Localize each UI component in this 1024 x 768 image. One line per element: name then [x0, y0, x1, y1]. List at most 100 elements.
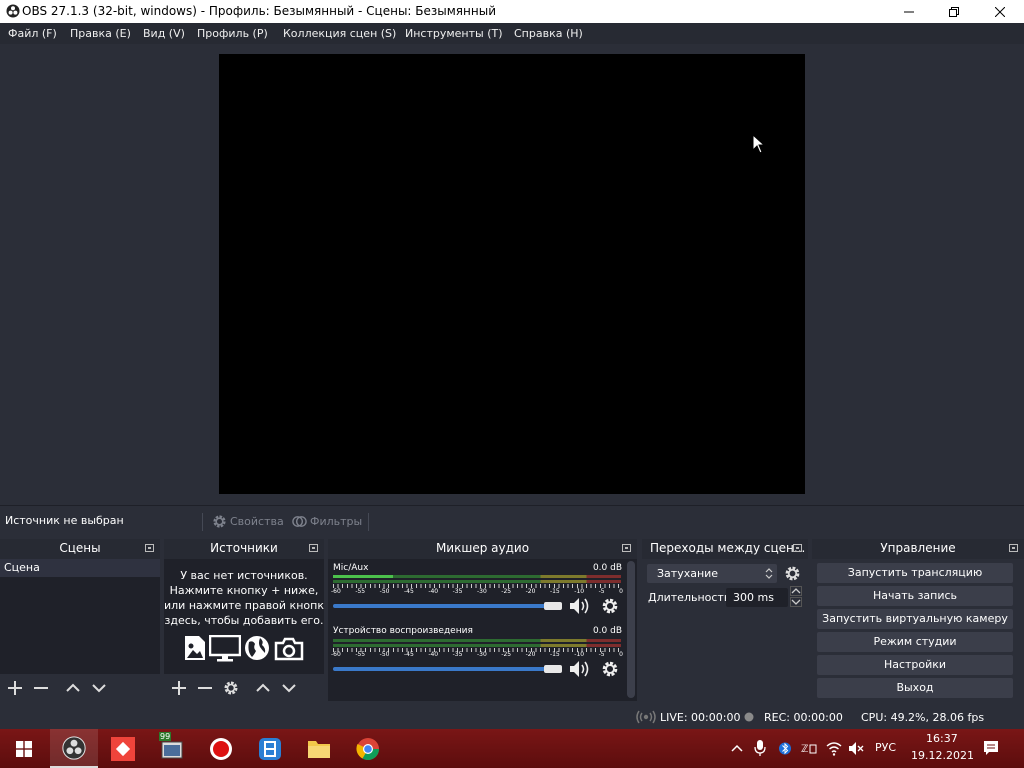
settings-button[interactable]: Настройки: [817, 655, 1013, 675]
record-dot-icon: [744, 712, 754, 722]
stepper-up-icon[interactable]: [790, 586, 802, 596]
taskbar-anydesk[interactable]: [99, 729, 147, 768]
source-toolbar: Источник не выбран Свойства Фильтры: [0, 505, 1024, 535]
preview-canvas[interactable]: [219, 54, 805, 494]
clock-time[interactable]: 16:37: [926, 732, 958, 745]
scene-item[interactable]: Сцена: [0, 559, 160, 577]
taskbar-video-app[interactable]: [246, 729, 294, 768]
clock-date[interactable]: 19.12.2021: [911, 749, 974, 762]
chevron-updown-icon: [765, 568, 773, 579]
undock-icon[interactable]: [309, 544, 318, 552]
gear-icon[interactable]: [601, 660, 619, 678]
undock-icon[interactable]: [145, 544, 154, 552]
undock-icon[interactable]: [793, 544, 802, 552]
anydesk-icon: [111, 736, 135, 761]
gear-icon[interactable]: [784, 565, 801, 582]
move-source-up-button[interactable]: [252, 677, 274, 699]
audio-mixer-dock: Микшер аудио Mic/Aux 0.0 dB -60 -55 -50 -45…: [328, 539, 637, 704]
duration-input[interactable]: 300 ms: [726, 588, 788, 607]
move-scene-down-button[interactable]: [88, 677, 110, 699]
sources-empty-line: или нажмите правой кнопкой: [164, 599, 324, 612]
mixer-header: Микшер аудио: [328, 539, 637, 559]
meter-tick-label: -35: [452, 588, 463, 595]
volume-slider[interactable]: [333, 604, 558, 608]
menu-help[interactable]: Справка (H): [514, 27, 583, 40]
minimize-button[interactable]: [886, 0, 932, 23]
meter-tick-label: -5: [598, 588, 605, 595]
meter-tick-label: -5: [598, 651, 605, 658]
scene-list[interactable]: Сцена: [0, 559, 160, 674]
notifications-icon[interactable]: [983, 740, 999, 756]
speaker-icon[interactable]: [569, 660, 591, 678]
volume-slider-knob[interactable]: [544, 602, 562, 610]
transition-select[interactable]: Затухание: [647, 564, 777, 583]
properties-button[interactable]: Свойства: [212, 512, 284, 530]
duration-value: 300 ms: [733, 591, 774, 604]
minus-icon: [198, 687, 212, 689]
cpu-fps: CPU: 49.2%, 28.06 fps: [861, 711, 985, 724]
speaker-icon[interactable]: [569, 597, 591, 615]
taskbar-chrome[interactable]: [344, 729, 392, 768]
camera-icon: [274, 637, 304, 661]
menu-view[interactable]: Вид (V): [143, 27, 185, 40]
meter-tick-label: -55: [355, 651, 366, 658]
undock-icon[interactable]: [622, 544, 631, 552]
meter-tick-label: -15: [549, 588, 560, 595]
wifi-icon[interactable]: [826, 741, 842, 756]
mixer-scrollbar[interactable]: [627, 561, 635, 698]
menu-file[interactable]: Файл (F): [8, 27, 57, 40]
chevron-down-icon: [282, 684, 296, 693]
minimize-icon: [904, 11, 914, 12]
remove-scene-button[interactable]: [30, 677, 52, 699]
gear-icon[interactable]: [601, 597, 619, 615]
source-list[interactable]: У вас нет источников. Нажмите кнопку + н…: [164, 559, 324, 674]
filter-icon: [292, 515, 307, 527]
start-recording-button[interactable]: Начать запись: [817, 586, 1013, 606]
chevron-down-icon: [92, 684, 106, 693]
taskbar-app[interactable]: 99: [148, 729, 196, 768]
bluetooth-icon[interactable]: [779, 740, 791, 757]
stepper-down-icon[interactable]: [790, 597, 802, 607]
rec-timer: REC: 00:00:00: [764, 711, 843, 724]
speaker-muted-icon[interactable]: [848, 741, 864, 756]
volume-slider[interactable]: [333, 667, 558, 671]
volume-meter: [333, 580, 621, 583]
maximize-button[interactable]: [931, 0, 977, 23]
add-source-button[interactable]: [168, 677, 190, 699]
close-button[interactable]: [977, 0, 1023, 23]
move-source-down-button[interactable]: [278, 677, 300, 699]
scenes-toolbar: [0, 674, 160, 702]
close-icon: [995, 6, 1005, 17]
input-method-icon[interactable]: ℤ: [801, 741, 817, 756]
obs-logo-icon: [62, 735, 86, 760]
start-button[interactable]: [0, 729, 48, 768]
remove-source-button[interactable]: [194, 677, 216, 699]
menu-profile[interactable]: Профиль (P): [197, 27, 268, 40]
taskbar-recorder[interactable]: [197, 729, 245, 768]
menu-scene-collection[interactable]: Коллекция сцен (S): [283, 27, 396, 40]
restore-icon: [949, 6, 959, 17]
source-properties-button[interactable]: [220, 677, 242, 699]
undock-icon[interactable]: [1009, 544, 1018, 552]
menu-edit[interactable]: Правка (E): [70, 27, 131, 40]
move-scene-up-button[interactable]: [62, 677, 84, 699]
chevron-up-icon[interactable]: [731, 743, 743, 753]
microphone-icon[interactable]: [754, 740, 766, 757]
window-title: OBS 27.1.3 (32-bit, windows) - Профиль: …: [22, 4, 496, 18]
start-virtual-camera-button[interactable]: Запустить виртуальную камеру: [817, 609, 1013, 629]
record-icon: [210, 737, 232, 760]
start-streaming-button[interactable]: Запустить трансляцию: [817, 563, 1013, 583]
language-indicator[interactable]: РУС: [875, 741, 896, 754]
sources-header: Источники: [164, 539, 324, 559]
filters-button[interactable]: Фильтры: [292, 512, 362, 530]
meter-tick-label: -40: [428, 588, 439, 595]
meter-tick-label: -45: [403, 651, 414, 658]
exit-button[interactable]: Выход: [817, 678, 1013, 698]
menu-tools[interactable]: Инструменты (T): [405, 27, 503, 40]
studio-mode-button[interactable]: Режим студии: [817, 632, 1013, 652]
meter-tick-label: -25: [501, 651, 512, 658]
add-scene-button[interactable]: [4, 677, 26, 699]
taskbar-file-explorer[interactable]: [295, 729, 343, 768]
taskbar-obs[interactable]: [50, 729, 98, 768]
volume-slider-knob[interactable]: [544, 665, 562, 673]
